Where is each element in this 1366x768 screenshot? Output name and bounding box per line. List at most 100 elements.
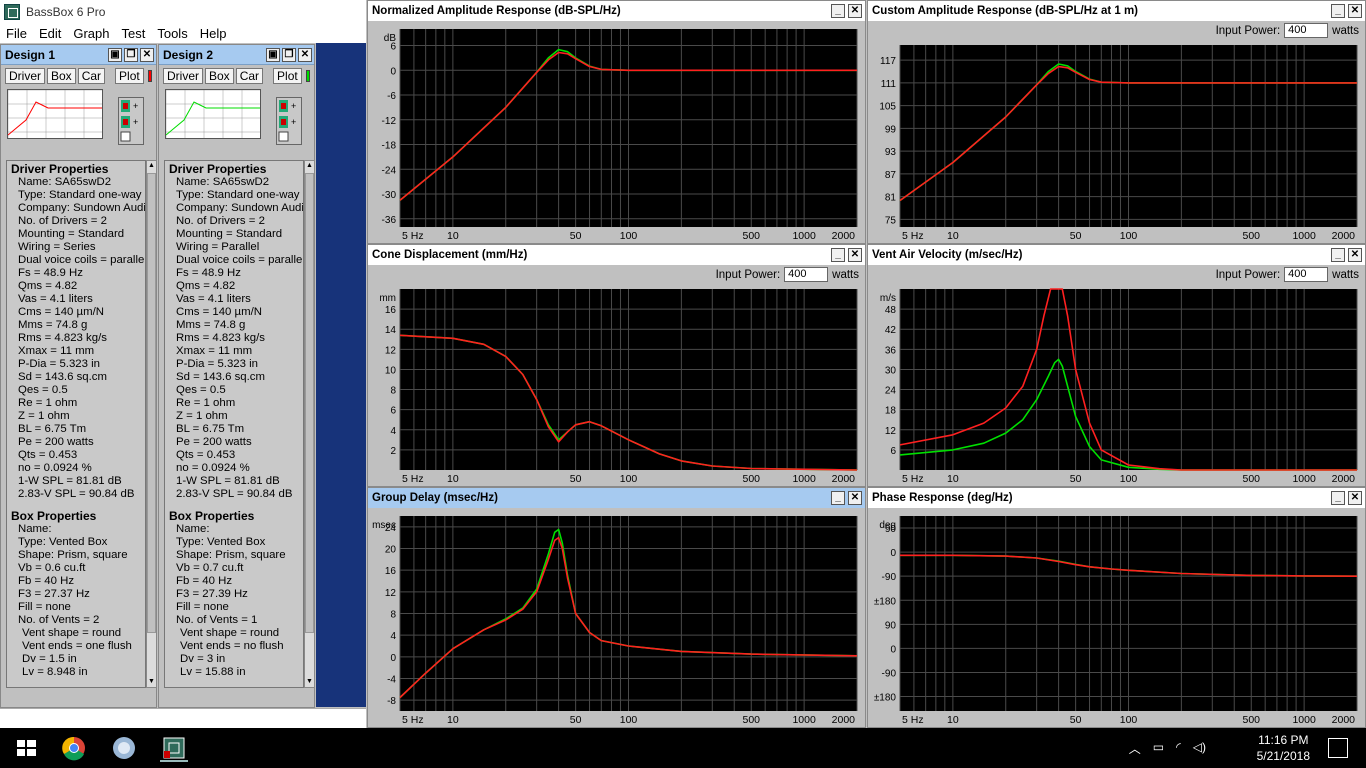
chart-panel-custom: Custom Amplitude Response (dB-SPL/Hz at … [867,0,1366,244]
x-tick-label: 2000 [832,714,856,726]
driver-property: Re = 1 ohm [176,397,236,409]
x-tick-label: 1000 [1292,230,1316,242]
speaker-buttons[interactable]: + + [118,97,144,145]
driver-property: Name: SA65swD2 [18,176,112,188]
scroll-thumb[interactable] [147,173,156,633]
plot-color-swatch[interactable] [305,70,310,82]
close-icon[interactable]: ✕ [1348,491,1362,505]
minimize-icon[interactable]: _ [831,4,845,18]
tab-box[interactable]: Box [205,68,234,84]
input-power-field[interactable]: 400 [1284,23,1329,38]
chevron-up-icon[interactable]: ︿ [1129,740,1141,757]
y-axis-label: dB [384,33,397,44]
speaker-buttons[interactable]: + + [276,97,302,145]
properties-scrollbar[interactable]: ▲ ▼ [146,160,157,688]
minimize-icon[interactable]: _ [831,248,845,262]
tab-car[interactable]: Car [77,68,106,84]
plot-color-swatch[interactable] [147,70,152,82]
taskbar-clock[interactable]: 11:16 PM 5/21/2018 [1257,732,1310,764]
close-icon[interactable]: ✕ [1348,248,1362,262]
box-property: F3 = 27.37 Hz [18,588,90,600]
input-power-control: Input Power: 400 watts [1216,23,1359,38]
y-tick-label: -90 [882,572,897,583]
bassbox-taskbar-icon[interactable] [160,734,188,762]
driver-property: Mounting = Standard [176,228,283,240]
tab-box[interactable]: Box [47,68,76,84]
network-app-icon[interactable] [110,734,138,762]
driver-property: Dual voice coils = parallel [176,254,304,266]
tab-car[interactable]: Car [235,68,264,84]
watts-label: watts [1332,268,1359,281]
tab-driver[interactable]: Driver [163,68,203,84]
scroll-up-arrow-icon[interactable]: ▲ [147,161,156,171]
watts-label: watts [832,268,859,281]
y-tick-label: 87 [885,170,897,181]
windows-start-icon[interactable] [12,734,40,762]
save-icon[interactable]: ▣ [266,48,280,62]
chart-svg: 117 111 105 99 93 87 81 75 5 Hz 10 50 100 500 1000 200… [879,45,1358,242]
close-icon[interactable]: ✕ [298,48,312,62]
minimize-icon[interactable]: _ [1331,491,1345,505]
y-tick-label: 12 [385,345,397,356]
y-tick-label: -90 [882,668,897,679]
chart-title: Custom Amplitude Response (dB-SPL/Hz at … [872,5,1139,17]
minimize-icon[interactable]: _ [1331,248,1345,262]
scroll-up-arrow-icon[interactable]: ▲ [305,161,314,171]
close-icon[interactable]: ✕ [848,4,862,18]
save-icon[interactable]: ▣ [108,48,122,62]
scroll-down-arrow-icon[interactable]: ▼ [305,677,314,687]
chart-svg: 900-90±180900-90±180deg5 Hz 10 50 100 500 100… [874,516,1358,726]
copy-icon[interactable]: ❐ [282,48,296,62]
chrome-icon[interactable] [60,734,88,762]
y-tick-label: 36 [885,345,897,356]
close-icon[interactable]: ✕ [848,491,862,505]
box-property: No. of Vents = 1 [176,614,258,626]
volume-icon[interactable]: ◁) [1193,740,1206,757]
properties-scrollbar[interactable]: ▲ ▼ [304,160,315,688]
minimize-icon[interactable]: _ [1331,4,1345,18]
y-tick-label: 2 [390,446,396,457]
vent-property: Lv = 8.948 in [22,666,88,678]
driver-property: no = 0.0924 % [176,462,250,474]
driver-property: no = 0.0924 % [18,462,92,474]
minimize-icon[interactable]: _ [831,491,845,505]
y-tick-label: ±180 [874,693,897,704]
menu-file[interactable]: File [0,26,33,41]
driver-properties-heading: Driver Properties [11,162,109,176]
box-property: Fill = none [176,601,229,613]
vent-property: Dv = 3 in [180,653,226,665]
menu-test[interactable]: Test [116,26,152,41]
plot-toggle[interactable]: Plot [273,68,302,84]
battery-icon[interactable]: ▭ [1153,740,1164,757]
tab-driver[interactable]: Driver [5,68,45,84]
close-icon[interactable]: ✕ [140,48,154,62]
menu-tools[interactable]: Tools [151,26,193,41]
driver-property: Qes = 0.5 [176,384,226,396]
copy-icon[interactable]: ❐ [124,48,138,62]
y-axis-label: deg [879,520,896,531]
close-icon[interactable]: ✕ [1348,4,1362,18]
driver-property: Z = 1 ohm [176,410,228,422]
watts-label: watts [1332,24,1359,37]
menu-graph[interactable]: Graph [67,26,115,41]
wifi-icon[interactable]: ◜ [1176,740,1181,757]
input-power-field[interactable]: 400 [1284,267,1329,282]
menu-edit[interactable]: Edit [33,26,67,41]
input-power-field[interactable]: 400 [784,267,829,282]
y-axis-label: mm [379,293,396,304]
driver-property: No. of Drivers = 2 [176,215,265,227]
y-tick-label: 48 [885,305,897,316]
menu-help[interactable]: Help [194,26,233,41]
plot-toggle[interactable]: Plot [115,68,144,84]
scroll-thumb[interactable] [305,173,314,633]
chart-svg: 16 14 12 10 8 6 4 2 mm 5 Hz 10 50 100 500 1000 2000 [379,289,858,485]
box-property: Shape: Prism, square [18,549,128,561]
response-thumbnail [7,89,103,139]
scroll-down-arrow-icon[interactable]: ▼ [147,677,156,687]
chart-title-bar: Vent Air Velocity (m/sec/Hz) _ ✕ [868,245,1365,265]
y-tick-label: -6 [387,91,396,102]
close-icon[interactable]: ✕ [848,248,862,262]
notifications-icon[interactable] [1328,738,1348,758]
x-tick-label: 10 [447,714,459,726]
driver-property: Type: Standard one-way ( [18,189,146,201]
